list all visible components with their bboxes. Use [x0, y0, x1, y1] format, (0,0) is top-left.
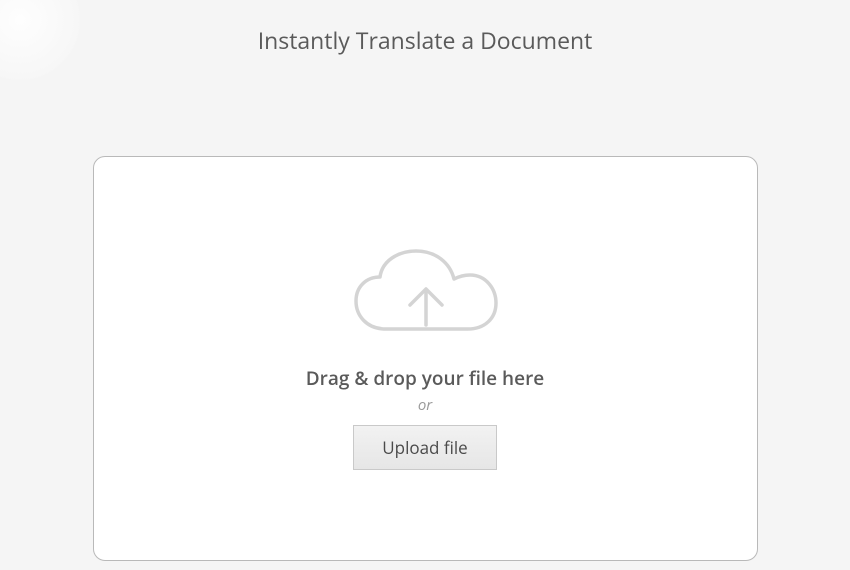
upload-file-button[interactable]: Upload file: [353, 425, 496, 470]
page-title: Instantly Translate a Document: [0, 0, 850, 56]
drop-instruction-text: Drag & drop your file here: [306, 365, 544, 391]
file-dropzone[interactable]: Drag & drop your file here or Upload fil…: [93, 156, 758, 561]
decorative-circle: [0, 0, 80, 80]
separator-text: or: [418, 395, 432, 415]
cloud-upload-icon: [348, 247, 503, 337]
